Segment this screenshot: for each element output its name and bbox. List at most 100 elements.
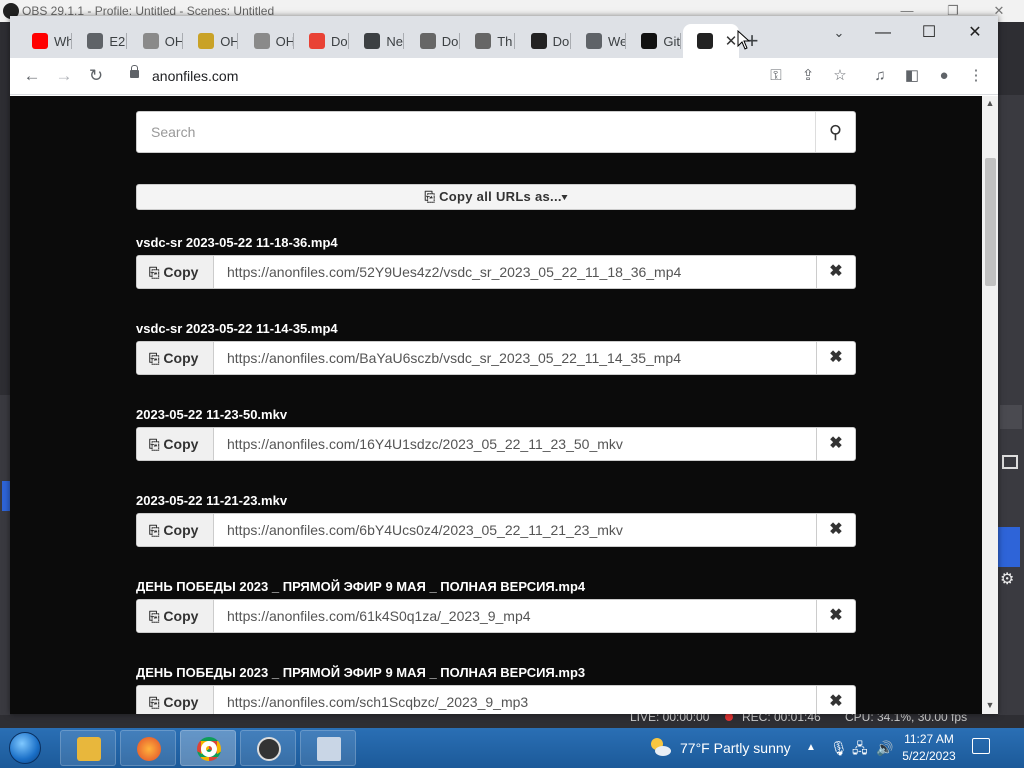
obs-source-icon[interactable] [1002,455,1018,469]
tab[interactable]: OH [240,24,294,58]
partly-sunny-icon[interactable] [648,736,672,758]
obs-left-panel [0,395,10,715]
copy-button[interactable]: ⎘ Copy [137,342,214,374]
reload-icon[interactable]: ↻ [82,62,110,90]
page-scrollbar[interactable]: ▲ ▼ [982,96,998,714]
copy-all-urls-button[interactable]: ⎘ Copy all URLs as...▾ [136,184,856,210]
chrome-icon [197,737,221,761]
close-window-button[interactable]: ✕ [952,18,998,48]
notification-icon[interactable] [972,738,990,754]
copy-button[interactable]: ⎘ Copy [137,428,214,460]
profile-avatar-icon[interactable]: ● [930,62,958,90]
minimize-button[interactable]: — [860,18,906,48]
taskbar-obs[interactable] [240,730,296,766]
scroll-up-arrow-icon[interactable]: ▲ [984,98,996,108]
tab-search-chevron-icon[interactable]: ⌄ [824,18,854,48]
remove-icon[interactable]: ✖ [816,514,855,546]
start-button[interactable] [4,729,46,767]
taskbar: 77°F Partly sunny ▲ 🎙 🖧 🔊 11:27 AM 5/22/… [0,728,1024,768]
copy-label: Copy [163,350,199,366]
scroll-thumb[interactable] [985,158,996,286]
tab[interactable]: Do [406,24,460,58]
taskbar-monitor[interactable] [300,730,356,766]
tab[interactable]: Do [517,24,571,58]
tab-separator [292,33,294,49]
taskbar-firefox[interactable] [120,730,176,766]
file-url[interactable]: https://anonfiles.com/16Y4U1sdzc/2023_05… [227,428,623,460]
chart-window-icon [317,737,341,761]
maximize-button[interactable]: ☐ [906,18,952,48]
tab[interactable]: Th [461,24,516,58]
share-icon[interactable]: ⇪ [794,62,822,90]
network-icon[interactable]: 🖧 [852,728,868,768]
side-panel-icon[interactable]: ◧ [898,62,926,90]
weather-text[interactable]: 77°F Partly sunny [680,728,791,768]
copy-button[interactable]: ⎘ Copy [137,600,214,632]
tab-separator [403,33,405,49]
file-url[interactable]: https://anonfiles.com/sch1Scqbzc/_2023_9… [227,686,528,714]
bookmark-star-icon[interactable]: ☆ [826,62,854,90]
search-bar: ⚲ [136,111,856,153]
tab-separator [181,33,183,49]
tab[interactable]: Wh [18,24,72,58]
file-name: ДЕНЬ ПОБЕДЫ 2023 _ ПРЯМОЙ ЭФИР 9 МАЯ _ П… [136,579,586,594]
tab[interactable]: E2( [73,24,128,58]
forward-arrow-icon[interactable]: → [50,62,78,90]
search-icon[interactable]: ⚲ [815,112,855,152]
close-tab-icon[interactable]: ✕ [725,32,738,50]
remove-icon[interactable]: ✖ [816,342,855,374]
obs-selection-indicator [2,481,10,511]
tab[interactable]: OH [184,24,239,58]
globe-icon [586,33,602,49]
tab-label: OH [220,33,239,49]
file-url[interactable]: https://anonfiles.com/61k4S0q1za/_2023_9… [227,600,531,632]
clock-time: 11:27 AM [904,732,954,746]
search-input[interactable] [137,112,817,152]
tab-separator [348,33,349,49]
volume-icon[interactable]: 🔊 [876,728,893,768]
media-control-icon[interactable]: ♫ [866,62,894,90]
file-url[interactable]: https://anonfiles.com/BaYaU6sczb/vsdc_sr… [227,342,681,374]
leaf-icon [475,33,492,49]
tab-active[interactable]: ✕ [682,24,739,58]
file-url[interactable]: https://anonfiles.com/6bY4Ucs0z4/2023_05… [227,514,623,546]
copy-label: Copy [163,264,199,280]
key-icon[interactable]: ⚿ [762,62,790,90]
globe-icon [364,33,381,49]
back-arrow-icon[interactable]: ← [18,62,46,90]
address-bar[interactable]: anonfiles.com ⚿ ⇪ ☆ ♫ ◧ ● ⋮ [120,62,992,90]
clipboard-icon: ⎘ [149,523,160,538]
copy-button[interactable]: ⎘ Copy [137,686,214,714]
tab[interactable]: OH [129,24,183,58]
remove-icon[interactable]: ✖ [816,256,855,288]
tab-label: Do [441,33,459,49]
copy-button[interactable]: ⎘ Copy [137,514,214,546]
tab[interactable]: Git [627,24,682,58]
taskbar-chrome[interactable] [180,730,236,766]
scroll-down-arrow-icon[interactable]: ▼ [984,700,996,710]
gear-icon[interactable]: ⚙ [1000,569,1014,589]
system-clock[interactable]: 11:27 AM 5/22/2023 [898,731,960,765]
tab[interactable]: Ne [350,24,405,58]
menu-kebab-icon[interactable]: ⋮ [962,62,990,90]
file-name: vsdc-sr 2023-05-22 11-18-36.mp4 [136,235,338,250]
remove-icon[interactable]: ✖ [816,686,855,714]
tab-separator [71,33,72,49]
tab[interactable]: Do [295,24,349,58]
microphone-icon[interactable]: 🎙 [830,728,848,768]
file-entry: vsdc-sr 2023-05-22 11-14-35.mp4 ⎘ Copy http… [136,321,856,401]
file-url-row: ⎘ Copy https://anonfiles.com/61k4S0q1za/_2… [136,599,856,633]
remove-icon[interactable]: ✖ [816,428,855,460]
tray-expand-icon[interactable]: ▲ [806,728,816,768]
taskbar-file-explorer[interactable] [60,730,116,766]
obs-selected-item[interactable] [998,527,1020,567]
remove-icon[interactable]: ✖ [816,600,855,632]
windows-logo-icon [9,732,41,764]
tab-separator [237,33,239,49]
lock-icon[interactable] [130,65,139,78]
file-url[interactable]: https://anonfiles.com/52Y9Ues4z2/vsdc_sr… [227,256,681,288]
copy-button[interactable]: ⎘ Copy [137,256,214,288]
tab[interactable]: We [572,24,626,58]
address-url[interactable]: anonfiles.com [152,62,238,90]
obs-chevron-control[interactable] [1000,405,1022,429]
